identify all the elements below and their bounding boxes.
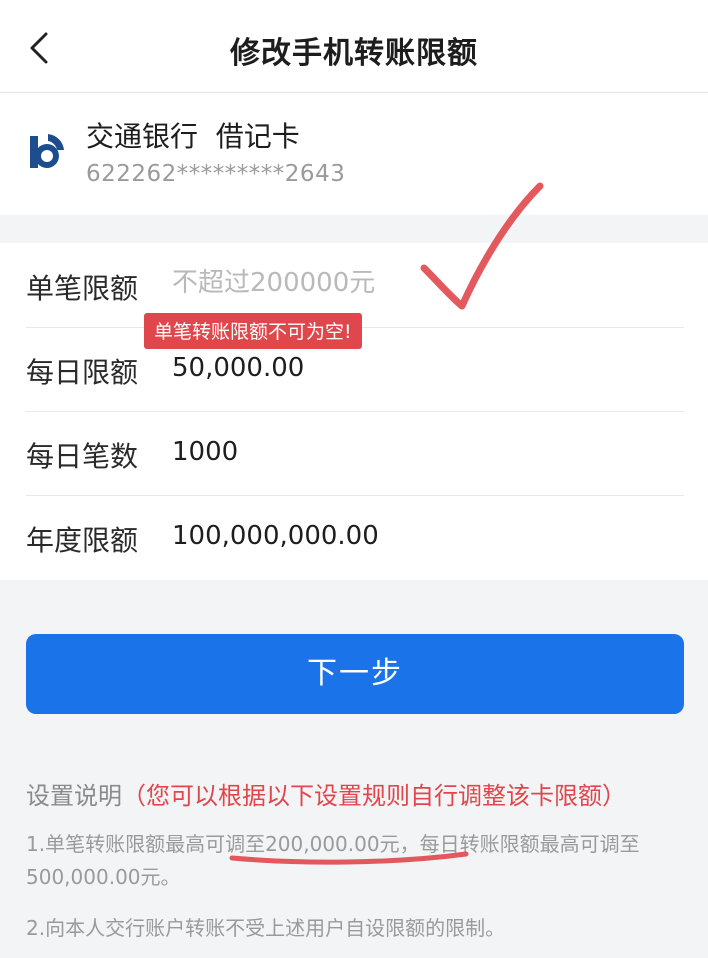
bocom-logo-icon	[30, 134, 64, 168]
bank-name: 交通银行 借记卡	[86, 120, 300, 153]
single-limit-input[interactable]	[172, 263, 532, 303]
note-item-1: 1.单笔转账限额最高可调至200,000.00元，每日转账限额最高可调至500,…	[26, 832, 640, 889]
notes-title: 设置说明	[26, 782, 122, 810]
daily-limit-value[interactable]: 50,000.00	[172, 353, 304, 383]
daily-count-value[interactable]: 1000	[172, 437, 238, 467]
daily-limit-label: 每日限额	[26, 356, 139, 389]
bank-card-info: 交通银行 借记卡 622262*********2643	[0, 93, 708, 215]
daily-limit-row[interactable]: 每日限额 50,000.00	[26, 327, 684, 412]
section-divider	[0, 215, 708, 243]
annual-limit-value[interactable]: 100,000,000.00	[172, 521, 379, 551]
annual-limit-label: 年度限额	[26, 524, 139, 557]
note-item-2: 2.向本人交行账户转账不受上述用户自设限额的限制。	[26, 916, 506, 940]
navigation-bar: 修改手机转账限额	[0, 0, 708, 93]
card-number: 622262*********2643	[86, 161, 346, 187]
limit-form: 单笔限额 单笔转账限额不可为空! 每日限额 50,000.00 每日笔数 100…	[0, 243, 708, 580]
next-step-button[interactable]: 下一步	[26, 634, 684, 714]
settings-notes-header: 设置说明（您可以根据以下设置规则自行调整该卡限额）	[26, 776, 626, 811]
daily-count-row[interactable]: 每日笔数 1000	[26, 411, 684, 496]
daily-count-label: 每日笔数	[26, 440, 139, 473]
annual-limit-row[interactable]: 年度限额 100,000,000.00	[26, 495, 684, 579]
single-limit-label: 单笔限额	[26, 272, 139, 305]
page-title: 修改手机转账限额	[230, 36, 478, 71]
notes-hint: （您可以根据以下设置规则自行调整该卡限额）	[122, 782, 626, 810]
